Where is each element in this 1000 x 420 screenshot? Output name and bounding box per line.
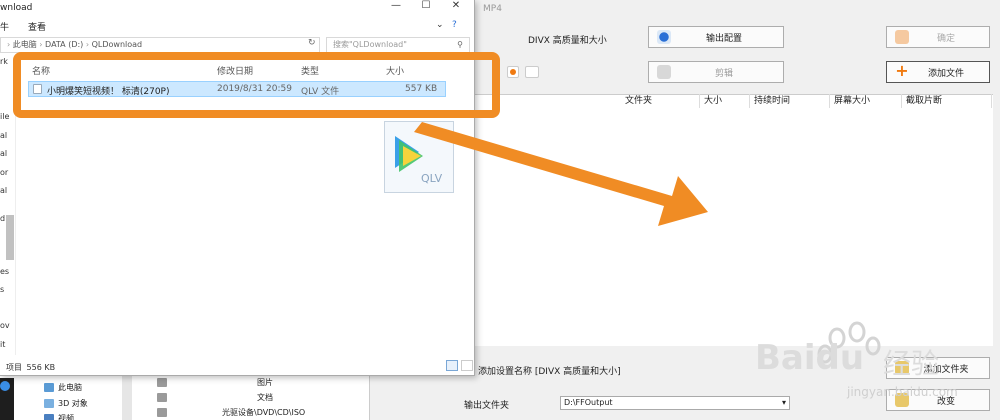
column-size[interactable]: 大小 xyxy=(700,94,750,108)
nav-item[interactable]: al xyxy=(0,131,7,140)
dvd-item[interactable]: 光驱设备\DVD\CD\ISO xyxy=(222,407,305,418)
nav-item[interactable]: rk xyxy=(0,57,8,66)
add-file-button[interactable]: + 添加文件 xyxy=(886,61,990,83)
nav-item[interactable]: ov xyxy=(0,321,10,330)
ff-profile-label: DIVX 高质量和大小 xyxy=(528,36,607,46)
status-bar: 项目 556 KB xyxy=(6,362,55,373)
status-items: 项目 xyxy=(6,363,22,372)
pictures-item[interactable]: 图片 xyxy=(257,377,273,388)
pc-icon xyxy=(44,383,54,392)
add-setting-label: 添加设置名称 [DIVX 高质量和大小] xyxy=(478,367,621,377)
ff-window-title: MP4 xyxy=(483,4,502,14)
watermark-brand: Bai xyxy=(755,338,816,378)
ok-label: 确定 xyxy=(936,33,955,44)
plus-icon: + xyxy=(895,61,909,80)
qlv-label: QLV xyxy=(421,172,443,185)
nav-item[interactable]: al xyxy=(0,186,7,195)
watermark-brand2: du xyxy=(815,338,865,378)
watermark-jingyan: 经验 xyxy=(883,347,940,380)
output-config-label: 输出配置 xyxy=(705,33,742,44)
qlv-preview-icon: QLV xyxy=(384,121,454,193)
explorer-lower-window xyxy=(0,376,370,420)
ff-file-table[interactable] xyxy=(473,94,993,346)
column-folder[interactable]: 文件夹 xyxy=(621,94,700,108)
status-size: 556 KB xyxy=(26,363,56,372)
close-icon[interactable]: ✕ xyxy=(442,0,470,14)
column-screen-size[interactable]: 屏幕大小 xyxy=(830,94,902,108)
output-folder-value: D:\FFOutput xyxy=(564,398,613,407)
dvd-icon xyxy=(157,408,167,417)
column-clip-segment[interactable]: 截取片断 xyxy=(902,94,992,108)
watermark-url: jingyan.baidu.com xyxy=(847,385,958,399)
chevron-down-icon[interactable]: ⌄ xyxy=(436,20,444,30)
ok-button[interactable]: 确定 xyxy=(886,26,990,48)
search-input[interactable]: 搜索"QLDownload" ⚲ xyxy=(326,37,470,53)
objects-3d-icon xyxy=(44,399,54,408)
output-folder-label: 输出文件夹 xyxy=(464,401,510,411)
menu-file[interactable]: 牛 xyxy=(0,20,9,33)
column-duration[interactable]: 持续时间 xyxy=(750,94,830,108)
screenshot-stage: MP4 DIVX 高质量和大小 输出配置 确定 剪辑 + 添加文件 文件夹 大小… xyxy=(0,0,1000,420)
details-view-icon[interactable] xyxy=(446,360,458,371)
large-icons-view-icon[interactable] xyxy=(461,360,473,371)
pictures-icon xyxy=(157,378,167,387)
help-icon[interactable]: ? xyxy=(452,20,457,30)
nav-item[interactable]: or xyxy=(0,168,8,177)
maximize-icon[interactable]: ☐ xyxy=(412,0,440,14)
ok-icon xyxy=(895,30,909,44)
nav-3d-objects[interactable]: 3D 对象 xyxy=(58,398,88,409)
search-icon: ⚲ xyxy=(457,40,463,49)
baidu-watermark: Baidu 经验 jingyan.baidu.com xyxy=(755,320,985,410)
explorer-title: wnload xyxy=(0,3,33,13)
clear-list-icon[interactable] xyxy=(525,66,539,78)
nav-item[interactable]: es xyxy=(0,267,9,276)
app-icon xyxy=(0,381,10,391)
documents-item[interactable]: 文档 xyxy=(257,392,273,403)
menu-view[interactable]: 查看 xyxy=(28,20,46,33)
clip-button[interactable]: 剪辑 xyxy=(648,61,784,83)
nav-item[interactable]: d xyxy=(0,214,5,223)
breadcrumb-drive[interactable]: DATA (D:) xyxy=(45,40,83,49)
refresh-icon[interactable]: ↻ xyxy=(308,38,316,48)
nav-this-pc[interactable]: 此电脑 xyxy=(58,382,82,393)
settings-icon xyxy=(657,30,671,44)
nav-scrollbar-thumb[interactable] xyxy=(6,215,14,260)
breadcrumb-pc[interactable]: 此电脑 xyxy=(13,40,37,49)
video-icon xyxy=(44,414,54,420)
nav-item[interactable]: s xyxy=(0,285,4,294)
highlight-box xyxy=(13,52,500,118)
minimize-icon[interactable]: — xyxy=(382,0,410,14)
output-config-button[interactable]: 输出配置 xyxy=(648,26,784,48)
breadcrumb-folder[interactable]: QLDownload xyxy=(92,40,143,49)
search-placeholder: 搜索"QLDownload" xyxy=(333,40,407,49)
add-file-label: 添加文件 xyxy=(927,68,964,79)
documents-icon xyxy=(157,393,167,402)
nav-item[interactable]: al xyxy=(0,149,7,158)
clip-label: 剪辑 xyxy=(714,68,733,79)
chevron-right-icon: › xyxy=(7,40,11,49)
clip-icon xyxy=(657,65,671,79)
remove-icon[interactable] xyxy=(507,66,519,78)
nav-item[interactable]: it xyxy=(0,340,5,349)
nav-item[interactable]: ile xyxy=(0,112,9,121)
nav-video[interactable]: 视频 xyxy=(58,413,74,420)
address-bar[interactable]: › 此电脑 › DATA (D:) › QLDownload xyxy=(0,37,320,53)
lower-scrollbar[interactable] xyxy=(122,376,132,420)
